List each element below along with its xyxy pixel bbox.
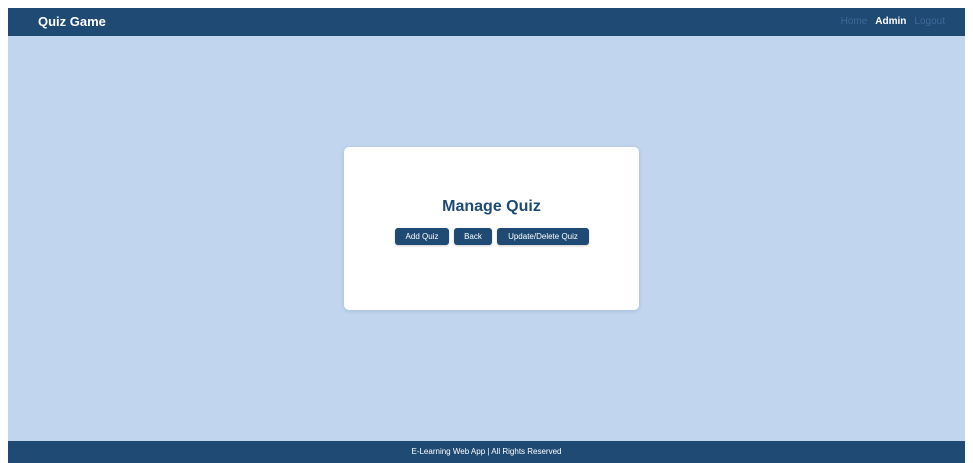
footer: E-Learning Web App | All Rights Reserved xyxy=(8,441,965,463)
navbar: Quiz Game Home Admin Logout xyxy=(8,8,965,36)
nav-link-admin[interactable]: Admin xyxy=(875,15,906,29)
page-title: Manage Quiz xyxy=(442,198,541,215)
brand-title[interactable]: Quiz Game xyxy=(38,14,106,30)
nav-link-home[interactable]: Home xyxy=(841,15,868,29)
back-button[interactable]: Back xyxy=(454,228,492,245)
add-quiz-button[interactable]: Add Quiz xyxy=(395,228,449,245)
footer-text: E-Learning Web App | All Rights Reserved xyxy=(411,447,562,456)
update-delete-quiz-button[interactable]: Update/Delete Quiz xyxy=(497,228,589,245)
page-frame: Quiz Game Home Admin Logout Manage Quiz … xyxy=(8,8,965,463)
nav-links: Home Admin Logout xyxy=(841,15,945,29)
manage-quiz-card: Manage Quiz Add Quiz Back Update/Delete … xyxy=(344,147,639,310)
nav-link-logout[interactable]: Logout xyxy=(914,15,945,29)
